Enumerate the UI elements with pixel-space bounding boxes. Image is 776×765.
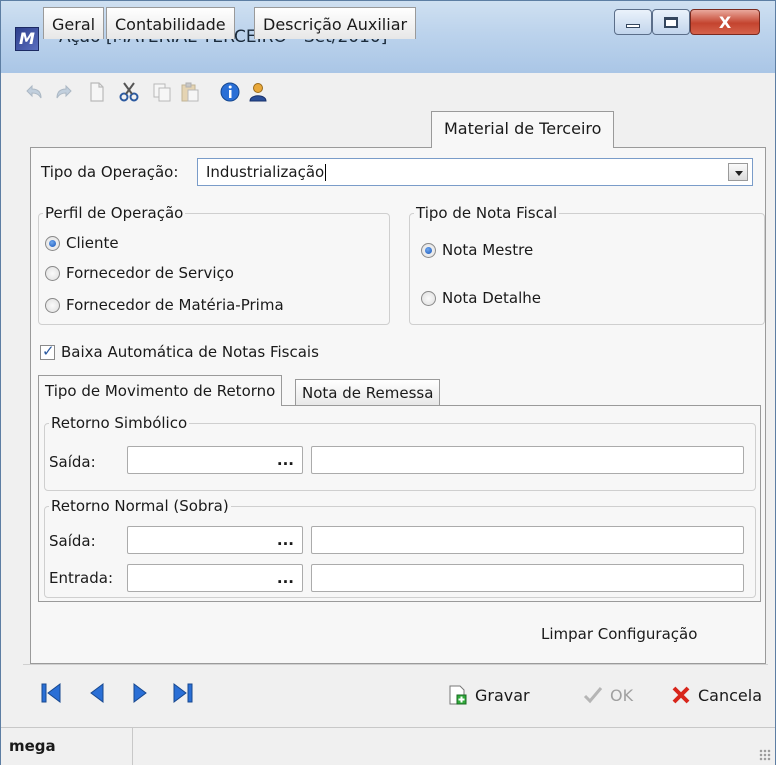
checkmark-icon [583, 687, 603, 704]
last-record-icon[interactable] [171, 681, 195, 705]
first-record-icon[interactable] [39, 681, 63, 705]
new-document-icon[interactable] [86, 81, 108, 103]
save-icon [449, 685, 467, 705]
entrada-label: Entrada: [49, 569, 113, 587]
user-icon[interactable] [246, 81, 268, 103]
minimize-icon [626, 24, 640, 28]
tab-nota-de-remessa[interactable]: Nota de Remessa [295, 379, 441, 406]
close-button[interactable]: X [690, 9, 760, 35]
radio-label: Nota Mestre [442, 241, 534, 259]
lookup-button[interactable]: ... [277, 451, 294, 469]
text-caret [325, 164, 327, 181]
redo-icon[interactable] [53, 81, 75, 103]
status-user: mega [1, 728, 133, 765]
limpar-configuracao-link[interactable]: Limpar Configuração [541, 625, 697, 643]
saida-description-field[interactable] [311, 446, 744, 474]
radio-button[interactable] [45, 265, 60, 281]
tab-geral[interactable]: Geral [43, 7, 105, 39]
maximize-icon [664, 16, 678, 28]
dialog-window: Ação [MATERIAL TERCEIRO - Set/2010] X [0, 0, 776, 765]
operation-value: Industrialização [206, 163, 325, 181]
radio-label: Fornecedor de Serviço [66, 264, 234, 282]
minimize-button[interactable] [614, 9, 652, 35]
retorno-simbolico-title: Retorno Simbólico [49, 414, 190, 432]
resize-grip-icon[interactable] [759, 749, 771, 761]
baixa-automatica-checkbox[interactable]: Baixa Automática de Notas Fiscais [40, 342, 319, 361]
saida-normal-description-field[interactable] [311, 526, 744, 554]
nota-fiscal-group: Tipo de Nota Fiscal [409, 204, 765, 325]
entrada-lookup-field[interactable]: ... [127, 564, 303, 592]
gravar-button[interactable]: Gravar [447, 684, 530, 706]
tab-material-de-terceiro[interactable]: Material de Terceiro [431, 111, 615, 148]
saida-normal-label: Saída: [49, 532, 96, 550]
ok-label: OK [610, 685, 634, 705]
maximize-button[interactable] [652, 9, 690, 35]
toolbar [1, 73, 775, 113]
radio-nota-detalhe[interactable]: Nota Detalhe [421, 289, 541, 307]
checkbox[interactable] [40, 342, 55, 360]
saida-lookup-field[interactable]: ... [127, 446, 303, 474]
saida-label: Saída: [49, 453, 96, 471]
gravar-label: Gravar [475, 685, 530, 705]
checkbox-label: Baixa Automática de Notas Fiscais [61, 343, 319, 361]
nota-fiscal-group-title: Tipo de Nota Fiscal [414, 204, 560, 222]
divider [23, 664, 768, 665]
cancela-label: Cancela [698, 685, 763, 705]
radio-label: Nota Detalhe [442, 289, 541, 307]
radio-label: Cliente [66, 234, 119, 252]
radio-button[interactable] [421, 242, 436, 258]
operation-label: Tipo da Operação: [41, 163, 179, 181]
perfil-group-title: Perfil de Operação [43, 204, 186, 222]
radio-fornecedor-servico[interactable]: Fornecedor de Serviço [45, 264, 234, 282]
lookup-button[interactable]: ... [277, 531, 294, 549]
radio-button[interactable] [45, 235, 60, 251]
radio-button[interactable] [45, 297, 60, 313]
cancela-button[interactable]: Cancela [670, 684, 762, 706]
info-icon[interactable] [219, 81, 241, 103]
tab-descricao-auxiliar[interactable]: Descrição Auxiliar [254, 7, 417, 39]
lookup-button[interactable]: ... [277, 569, 294, 587]
cut-icon[interactable] [118, 81, 140, 103]
entrada-description-field[interactable] [311, 564, 744, 592]
cancel-x-icon [672, 686, 690, 704]
chevron-down-icon[interactable] [728, 163, 748, 181]
radio-fornecedor-materia-prima[interactable]: Fornecedor de Matéria-Prima [45, 296, 284, 314]
close-icon: X [718, 12, 732, 32]
copy-icon[interactable] [151, 81, 173, 103]
app-logo-icon [15, 27, 39, 51]
radio-label: Fornecedor de Matéria-Prima [66, 296, 284, 314]
saida-normal-lookup-field[interactable]: ... [127, 526, 303, 554]
operation-select[interactable]: Industrialização [197, 158, 753, 186]
paste-icon[interactable] [179, 81, 201, 103]
ok-button[interactable]: OK [582, 684, 633, 706]
retorno-normal-title: Retorno Normal (Sobra) [49, 497, 231, 515]
undo-icon[interactable] [23, 81, 45, 103]
tab-contabilidade[interactable]: Contabilidade [106, 7, 235, 39]
next-record-icon[interactable] [128, 681, 152, 705]
tab-tipo-movimento-retorno[interactable]: Tipo de Movimento de Retorno [38, 375, 283, 406]
previous-record-icon[interactable] [85, 681, 109, 705]
status-bar: mega [1, 727, 775, 765]
radio-button[interactable] [421, 290, 436, 306]
radio-nota-mestre[interactable]: Nota Mestre [421, 241, 533, 259]
radio-cliente[interactable]: Cliente [45, 234, 119, 252]
